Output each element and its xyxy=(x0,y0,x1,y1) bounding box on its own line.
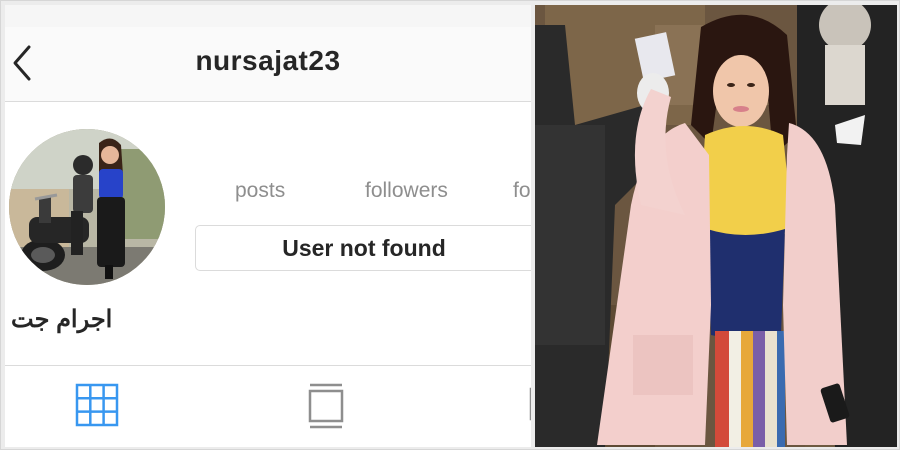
followers-label: followers xyxy=(365,179,448,202)
tab-tagged-partial[interactable] xyxy=(529,383,531,429)
tagged-icon xyxy=(529,387,531,421)
profile-stats: posts followers fo xyxy=(5,179,531,209)
status-message: User not found xyxy=(282,235,446,261)
status-bar xyxy=(5,5,531,27)
tab-feed-list[interactable] xyxy=(307,383,345,429)
posts-label: posts xyxy=(235,179,286,202)
screenshot-frame: nursajat23 posts followers fo User not f… xyxy=(0,0,900,450)
woman-photo xyxy=(535,5,897,447)
profile-username: nursajat23 xyxy=(195,45,341,76)
profile-display-name: اجرام جت xyxy=(11,306,113,333)
instagram-profile-screen: nursajat23 posts followers fo User not f… xyxy=(5,5,531,447)
feed-list-icon xyxy=(308,383,344,429)
profile-header: nursajat23 xyxy=(5,27,531,102)
user-not-found-box: User not found xyxy=(195,225,531,271)
following-label: fo xyxy=(513,179,531,202)
photo-panel xyxy=(535,5,897,447)
grid-icon xyxy=(75,383,119,427)
tabs-divider xyxy=(5,365,531,366)
tab-grid[interactable] xyxy=(75,383,119,429)
